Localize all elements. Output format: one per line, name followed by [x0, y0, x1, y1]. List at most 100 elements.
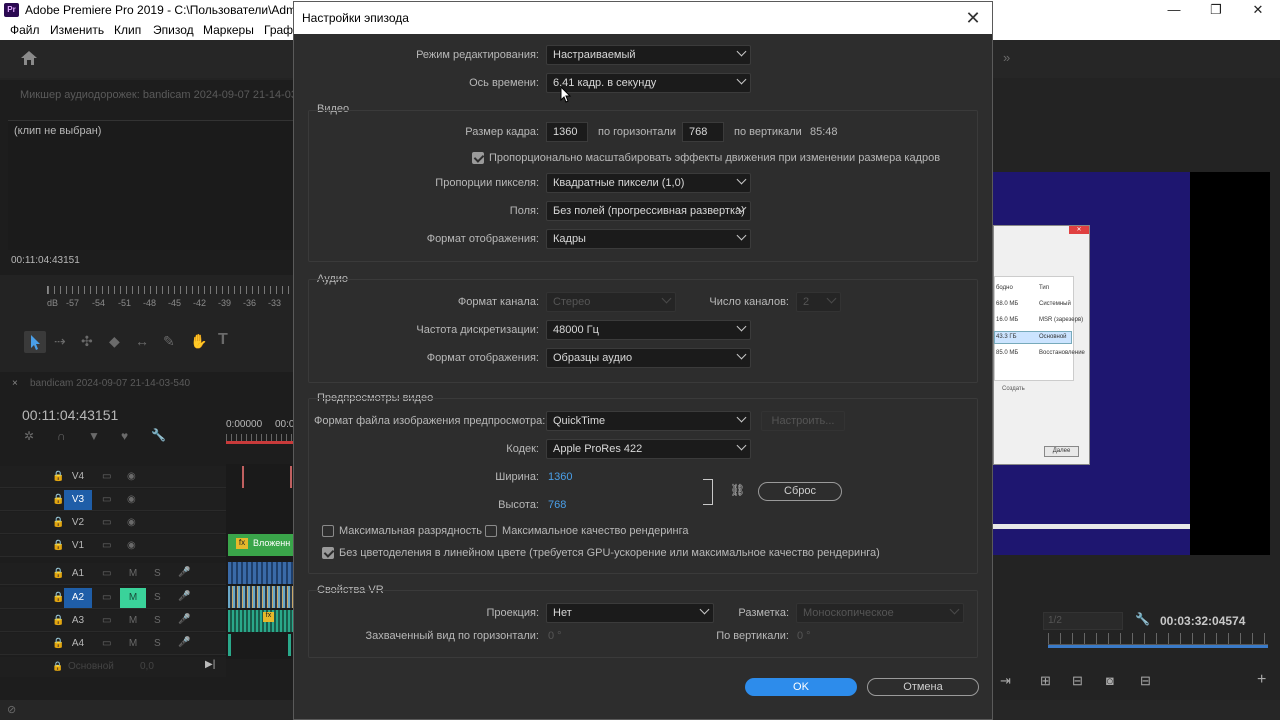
lock-icon[interactable]: 🔒 [52, 517, 64, 528]
sync-lock-icon[interactable]: ▭ [102, 517, 111, 528]
lock-icon[interactable]: 🔒 [52, 494, 64, 505]
linear-color-checkbox[interactable] [322, 547, 334, 559]
sync-lock-icon[interactable]: ▭ [102, 494, 111, 505]
type-tool-icon[interactable]: T [218, 331, 228, 349]
marker-icon[interactable]: ♥ [121, 429, 128, 443]
restore-icon[interactable]: ❐ [1195, 0, 1237, 20]
linked-selection-icon[interactable]: ∩ [57, 429, 66, 443]
ok-button[interactable]: OK [745, 678, 857, 696]
program-timecode[interactable]: 00:03:32:04574 [1160, 614, 1245, 628]
solo-button[interactable]: S [154, 638, 161, 649]
razor-icon[interactable]: ◆ [109, 333, 120, 350]
track-name[interactable]: A2 [64, 588, 92, 608]
close-app-icon[interactable]: ✕ [1237, 0, 1279, 20]
audio-clip-a4[interactable] [228, 634, 231, 656]
voiceover-icon[interactable]: 🎤 [178, 614, 190, 625]
timeline-timecode[interactable]: 00:11:04:43151 [22, 407, 118, 423]
snap-icon[interactable]: ✲ [24, 429, 34, 443]
sync-lock-icon[interactable]: ▭ [102, 592, 111, 603]
frame-width-input[interactable]: 1360 [546, 122, 588, 142]
track-name[interactable]: V1 [64, 536, 92, 556]
sync-lock-icon[interactable]: ▭ [102, 540, 111, 551]
preview-height-value[interactable]: 768 [548, 499, 566, 511]
lock-icon[interactable]: 🔒 [52, 568, 64, 579]
audio-clip-a3[interactable]: fx [228, 610, 293, 632]
menu-markers[interactable]: Маркеры [203, 23, 254, 37]
eye-icon[interactable]: ◉ [127, 517, 136, 528]
program-scrubber[interactable] [1048, 633, 1268, 645]
lock-icon[interactable]: 🔒 [52, 615, 64, 626]
mute-button[interactable]: M [120, 564, 146, 584]
compare-icon[interactable]: ⊟ [1140, 673, 1151, 689]
audio-clip-a2[interactable] [228, 586, 293, 608]
slip-icon[interactable]: ↔ [135, 333, 149, 349]
mute-button[interactable]: M [120, 588, 146, 608]
lift-icon[interactable]: ⊞ [1040, 673, 1051, 689]
cancel-button[interactable]: Отмена [867, 678, 979, 696]
track-name[interactable]: A1 [64, 564, 92, 584]
mute-button[interactable]: M [120, 634, 146, 654]
pixel-aspect-dropdown[interactable]: Квадратные пиксели (1,0) [546, 173, 751, 193]
selection-tool-icon[interactable] [24, 331, 46, 353]
voiceover-icon[interactable]: 🎤 [178, 567, 190, 578]
track-select-icon[interactable]: ⇢ [54, 333, 66, 350]
edit-mode-dropdown[interactable]: Настраиваемый [546, 45, 751, 65]
v-view-value[interactable]: 0 ° [797, 630, 811, 642]
track-name[interactable]: V3 [64, 490, 92, 510]
solo-button[interactable]: S [154, 615, 161, 626]
lock-icon[interactable]: 🔒 [52, 638, 64, 649]
lock-icon[interactable]: 🔒 [52, 471, 64, 482]
minimize-icon[interactable]: — [1153, 0, 1195, 20]
lock-icon[interactable]: 🔒 [52, 661, 63, 672]
eye-icon[interactable]: ◉ [127, 540, 136, 551]
fields-dropdown[interactable]: Без полей (прогрессивная развертка) [546, 201, 751, 221]
home-icon[interactable] [20, 50, 38, 66]
master-value[interactable]: 0,0 [140, 661, 154, 672]
settings-wrench-icon[interactable]: 🔧 [1135, 612, 1150, 626]
monitor-scale-select[interactable]: 1/2 [1043, 612, 1123, 630]
sync-lock-icon[interactable]: ▭ [102, 568, 111, 579]
projection-dropdown[interactable]: Нет [546, 603, 714, 623]
max-bit-depth-checkbox[interactable] [322, 525, 334, 537]
audio-mixer-tab[interactable]: Микшер аудиодорожек: bandicam 2024-09-07… [20, 89, 307, 101]
extract-icon[interactable]: ⇥ [1000, 673, 1011, 689]
menu-graphics[interactable]: Граф [264, 23, 293, 37]
add-marker-icon[interactable]: ▼ [88, 429, 100, 443]
eye-icon[interactable]: ◉ [127, 494, 136, 505]
hand-icon[interactable]: ✋ [190, 333, 207, 350]
sequence-tab[interactable]: bandicam 2024-09-07 21-14-03-540 [30, 378, 190, 389]
audio-display-format-dropdown[interactable]: Образцы аудио [546, 348, 751, 368]
h-view-value[interactable]: 0 ° [548, 630, 562, 642]
voiceover-icon[interactable]: 🎤 [178, 637, 190, 648]
nested-clip[interactable]: fx Вложенн [228, 534, 293, 556]
lock-icon[interactable]: 🔒 [52, 540, 64, 551]
preview-width-value[interactable]: 1360 [548, 471, 572, 483]
audio-clip-a1[interactable] [228, 562, 293, 584]
insert-icon[interactable]: ⊟ [1072, 673, 1083, 689]
layout-dropdown[interactable]: Моноскопическое [796, 603, 964, 623]
track-name[interactable]: A4 [64, 634, 92, 654]
sync-lock-icon[interactable]: ▭ [102, 615, 111, 626]
voiceover-icon[interactable]: 🎤 [178, 591, 190, 602]
preview-file-format-dropdown[interactable]: QuickTime [546, 411, 751, 431]
frame-height-input[interactable]: 768 [682, 122, 724, 142]
audio-clip-a4[interactable] [288, 634, 291, 656]
configure-button[interactable]: Настроить... [761, 411, 845, 431]
reset-button[interactable]: Сброс [758, 482, 842, 501]
codec-dropdown[interactable]: Apple ProRes 422 [546, 439, 751, 459]
sync-lock-icon[interactable]: ▭ [102, 471, 111, 482]
timebase-dropdown[interactable]: 6,41 кадр. в секунду [546, 73, 751, 93]
menu-edit[interactable]: Изменить [50, 23, 104, 37]
menu-clip[interactable]: Клип [114, 23, 141, 37]
sample-rate-dropdown[interactable]: 48000 Гц [546, 320, 751, 340]
solo-button[interactable]: S [154, 592, 161, 603]
link-dimensions-icon[interactable]: ⛓ [730, 483, 745, 497]
menu-file[interactable]: Файл [10, 23, 40, 37]
go-to-end-icon[interactable]: ▶| [205, 659, 215, 670]
video-display-format-dropdown[interactable]: Кадры [546, 229, 751, 249]
solo-button[interactable]: S [154, 568, 161, 579]
track-name[interactable]: V2 [64, 513, 92, 533]
workspaces-overflow-icon[interactable]: » [1003, 50, 1010, 65]
source-timecode[interactable]: 00:11:04:43151 [11, 255, 80, 266]
channel-format-dropdown[interactable]: Стерео [546, 292, 676, 312]
